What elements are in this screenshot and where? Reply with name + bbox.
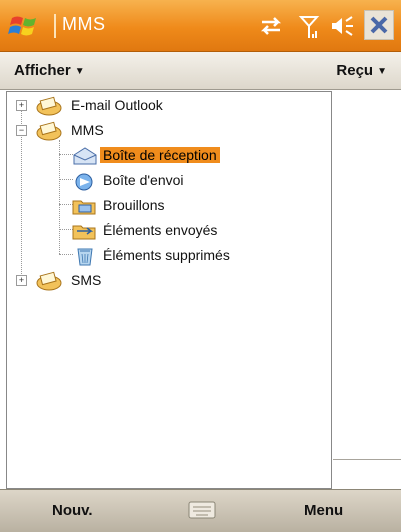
tree-item-label: MMS <box>71 122 104 138</box>
mail-folder-icon <box>36 271 62 291</box>
tree-item-mms[interactable]: − MMS <box>7 119 327 143</box>
volume-icon[interactable] <box>330 12 356 40</box>
sort-menu-label: Reçu <box>336 62 374 79</box>
chevron-down-icon: ▼ <box>74 65 85 77</box>
new-button[interactable]: Nouv. <box>52 502 93 519</box>
view-menu-button[interactable]: Afficher ▼ <box>14 62 85 79</box>
keyboard-icon[interactable] <box>188 500 216 520</box>
close-button[interactable] <box>364 10 394 40</box>
drafts-folder-icon <box>72 200 96 215</box>
tree-item-label: E-mail Outlook <box>71 97 163 113</box>
close-icon <box>370 16 388 34</box>
title-separator <box>54 14 56 38</box>
tree-item-label: Éléments supprimés <box>103 247 230 263</box>
menu-button[interactable]: Menu <box>304 502 343 519</box>
tree-item-sms[interactable]: + SMS <box>7 269 327 293</box>
title-bar: MMS <box>0 0 401 52</box>
outbox-icon <box>75 173 93 191</box>
message-list-pane[interactable] <box>333 91 401 489</box>
expand-icon[interactable]: + <box>16 100 27 111</box>
view-menu-label: Afficher <box>14 62 71 79</box>
tree-item-label: Éléments envoyés <box>103 222 218 238</box>
pane-divider <box>333 459 401 460</box>
tree-item-label: Brouillons <box>103 197 165 213</box>
chevron-down-icon: ▼ <box>377 65 387 77</box>
softkey-bar: Nouv. Menu <box>0 489 401 532</box>
app-title: MMS <box>62 14 106 34</box>
tree-item-label: Boîte d'envoi <box>103 172 184 188</box>
tree-item-outbox[interactable]: Boîte d'envoi <box>7 169 327 193</box>
collapse-icon[interactable]: − <box>16 125 27 136</box>
inbox-icon <box>73 147 97 165</box>
signal-strength-icon[interactable] <box>298 12 320 40</box>
tree-item-sent[interactable]: Éléments envoyés <box>7 219 327 243</box>
menu-bar: Afficher ▼ Reçu ▼ <box>0 52 401 90</box>
mail-folder-icon <box>36 121 62 141</box>
folder-tree[interactable]: + E-mail Outlook − MMS Boîte de réceptio… <box>6 91 332 489</box>
connectivity-icon[interactable] <box>258 12 284 40</box>
start-menu-icon[interactable] <box>8 10 42 40</box>
tree-item-email-outlook[interactable]: + E-mail Outlook <box>7 94 327 118</box>
mail-folder-icon <box>36 96 62 116</box>
sent-folder-icon <box>72 225 96 240</box>
tree-item-label: SMS <box>71 272 102 288</box>
tree-item-inbox[interactable]: Boîte de réception <box>7 144 327 168</box>
tree-item-label: Boîte de réception <box>100 147 220 163</box>
expand-icon[interactable]: + <box>16 275 27 286</box>
tree-item-drafts[interactable]: Brouillons <box>7 194 327 218</box>
tree-item-deleted[interactable]: Éléments supprimés <box>7 244 327 268</box>
deleted-items-icon <box>77 248 93 266</box>
sort-menu-button[interactable]: Reçu ▼ <box>336 62 387 79</box>
